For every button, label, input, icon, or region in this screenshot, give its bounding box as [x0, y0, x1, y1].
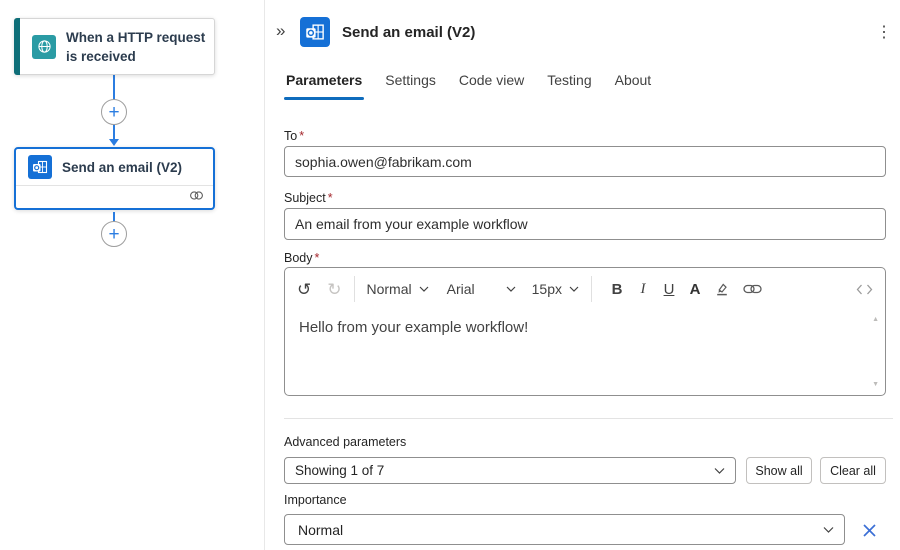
section-divider	[284, 418, 893, 419]
workflow-canvas: When a HTTP request is received + Send a…	[0, 0, 264, 550]
advanced-parameters-label: Advanced parameters	[284, 435, 406, 449]
panel-divider	[264, 0, 265, 550]
panel-tabs: Parameters Settings Code view Testing Ab…	[284, 70, 653, 100]
chevron-down-icon	[506, 286, 516, 292]
trigger-card-title: When a HTTP request is received	[66, 28, 208, 66]
paragraph-style-dropdown[interactable]: Normal	[367, 281, 429, 297]
connection-icon[interactable]	[189, 188, 204, 206]
body-text[interactable]: Hello from your example workflow!	[285, 310, 885, 345]
font-size-dropdown[interactable]: 15px	[532, 281, 579, 297]
add-step-button[interactable]: +	[101, 221, 127, 247]
tab-about[interactable]: About	[613, 70, 654, 100]
redo-icon[interactable]: ↻	[327, 281, 341, 298]
importance-label: Importance	[284, 493, 347, 507]
action-card-send-email[interactable]: Send an email (V2)	[14, 147, 215, 210]
body-label: Body*	[284, 251, 319, 265]
tab-testing[interactable]: Testing	[545, 70, 593, 100]
action-card-title: Send an email (V2)	[62, 160, 182, 175]
tab-parameters[interactable]: Parameters	[284, 70, 364, 100]
trigger-card-http-request[interactable]: When a HTTP request is received	[14, 18, 215, 75]
toolbar-divider	[354, 276, 355, 302]
trigger-accent-bar	[14, 18, 20, 75]
to-label: To*	[284, 129, 304, 143]
collapse-panel-icon[interactable]: »	[276, 22, 285, 39]
advanced-parameters-dropdown[interactable]: Showing 1 of 7	[284, 457, 736, 484]
plus-icon: +	[108, 103, 119, 122]
code-view-icon[interactable]	[856, 284, 873, 295]
outlook-icon	[28, 155, 52, 179]
chevron-down-icon	[569, 286, 579, 292]
chevron-down-icon	[823, 526, 834, 533]
required-asterisk: *	[328, 191, 333, 205]
more-menu-icon[interactable]: ⋮	[876, 22, 892, 42]
scroll-up-icon[interactable]: ▲	[872, 316, 879, 323]
font-color-button[interactable]: A	[682, 281, 708, 298]
panel-title: Send an email (V2)	[342, 24, 475, 41]
required-asterisk: *	[299, 129, 304, 143]
chevron-down-icon	[419, 286, 429, 292]
subject-input[interactable]: An email from your example workflow	[284, 208, 886, 240]
undo-icon[interactable]: ↺	[297, 281, 311, 298]
italic-button[interactable]: I	[630, 281, 656, 298]
highlight-icon[interactable]	[714, 281, 730, 297]
connector-arrow-icon	[109, 139, 119, 146]
remove-importance-icon[interactable]	[857, 518, 881, 542]
action-card-footer	[16, 186, 213, 207]
insert-step-button[interactable]: +	[101, 99, 127, 125]
importance-dropdown[interactable]: Normal	[284, 514, 845, 545]
action-card-header: Send an email (V2)	[16, 149, 213, 186]
editor-toolbar: ↺ ↻ Normal Arial 15px B I U A	[285, 268, 885, 310]
outlook-icon	[300, 17, 330, 47]
subject-label: Subject*	[284, 191, 333, 205]
tab-settings[interactable]: Settings	[383, 70, 438, 100]
chevron-down-icon	[714, 467, 725, 474]
body-rich-text-editor: ↺ ↻ Normal Arial 15px B I U A	[284, 267, 886, 396]
tab-code-view[interactable]: Code view	[457, 70, 526, 100]
font-family-dropdown[interactable]: Arial	[447, 281, 516, 297]
plus-icon: +	[108, 225, 119, 244]
bold-button[interactable]: B	[604, 281, 630, 298]
clear-all-button[interactable]: Clear all	[820, 457, 886, 484]
scroll-down-icon[interactable]: ▼	[872, 381, 879, 388]
required-asterisk: *	[315, 251, 320, 265]
underline-button[interactable]: U	[656, 281, 682, 298]
toolbar-divider	[591, 276, 592, 302]
to-input[interactable]: sophia.owen@fabrikam.com	[284, 146, 886, 177]
link-icon[interactable]	[743, 284, 762, 294]
http-request-icon	[32, 35, 56, 59]
show-all-button[interactable]: Show all	[746, 457, 812, 484]
